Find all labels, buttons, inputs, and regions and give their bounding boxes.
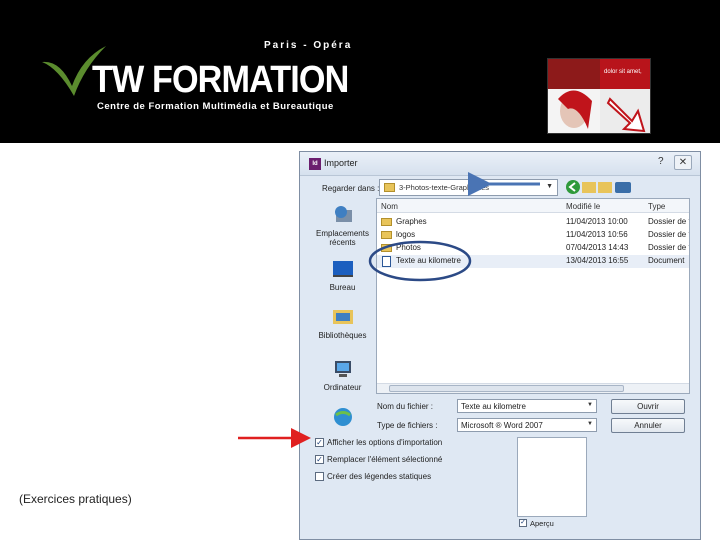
- file-modified: 13/04/2013 16:55: [566, 256, 629, 265]
- chevron-down-icon[interactable]: ▼: [546, 183, 553, 190]
- back-icon[interactable]: [566, 180, 580, 194]
- folder-icon: [381, 244, 392, 252]
- network-icon: [330, 406, 356, 428]
- chevron-down-icon[interactable]: ▼: [587, 421, 593, 427]
- slide: Paris - Opéra TW FORMATION Centre de For…: [0, 0, 720, 540]
- help-button[interactable]: ?: [658, 156, 670, 170]
- checkbox-label: Afficher les options d'importation: [327, 438, 443, 447]
- word-document-icon: [382, 256, 391, 267]
- dialog-title: Importer: [324, 158, 358, 168]
- file-name: Texte au kilometre: [396, 256, 461, 265]
- computer-icon: [330, 358, 356, 380]
- indesign-app-icon: Id: [309, 158, 321, 170]
- chevron-down-icon[interactable]: ▼: [587, 402, 593, 408]
- place-recent[interactable]: Emplacements récents: [311, 204, 374, 247]
- new-folder-icon[interactable]: [598, 182, 612, 193]
- file-type: Document: [648, 256, 685, 265]
- filename-value: Texte au kilometre: [461, 402, 526, 411]
- place-label-2: récents: [329, 238, 356, 247]
- look-in-value: 3-Photos-texte-Graphiques: [399, 183, 490, 192]
- preview-pane: [517, 437, 587, 517]
- place-label: Bibliothèques: [318, 331, 367, 340]
- file-modified: 11/04/2013 10:00: [566, 217, 628, 226]
- column-header-type[interactable]: Type: [648, 202, 665, 211]
- column-header-name[interactable]: Nom: [381, 202, 398, 211]
- promo-text: dolor sit amet,: [604, 69, 642, 75]
- table-row[interactable]: Graphes 11/04/2013 10:00 Dossier de f: [377, 216, 689, 229]
- place-label: Ordinateur: [323, 383, 362, 392]
- place-computer[interactable]: Ordinateur: [311, 358, 374, 392]
- filename-field[interactable]: Texte au kilometre ▼: [457, 399, 597, 413]
- folder-icon: [381, 231, 392, 239]
- file-name: Photos: [396, 243, 421, 252]
- cancel-button[interactable]: Annuler: [611, 418, 685, 433]
- file-type: Dossier de f: [648, 243, 690, 252]
- file-modified: 11/04/2013 10:56: [566, 230, 628, 239]
- table-row-selected[interactable]: Texte au kilometre 13/04/2013 16:55 Docu…: [377, 255, 689, 268]
- title-bar[interactable]: Id Importer ? ✕: [300, 152, 700, 176]
- file-list[interactable]: Nom Modifié le Type Graphes 11/04/2013 1…: [376, 198, 690, 394]
- filetype-value: Microsoft ® Word 2007: [461, 421, 543, 430]
- file-type: Dossier de f: [648, 217, 690, 226]
- checkbox-preview[interactable]: ✓: [519, 519, 527, 527]
- up-folder-icon[interactable]: [582, 182, 596, 193]
- folder-icon: [384, 183, 395, 192]
- header-banner: Paris - Opéra TW FORMATION Centre de For…: [0, 0, 720, 143]
- place-desktop[interactable]: Bureau: [311, 258, 374, 292]
- recent-places-icon: [330, 204, 356, 226]
- promo-image: dolor sit amet,: [547, 58, 651, 134]
- desktop-icon: [330, 258, 356, 280]
- checkbox-label: Créer des légendes statiques: [327, 472, 432, 481]
- preview-label: Aperçu: [530, 519, 554, 528]
- libraries-icon: [330, 306, 356, 328]
- checkbox-replace-selected[interactable]: ✓: [315, 455, 324, 464]
- file-modified: 07/04/2013 14:43: [566, 243, 629, 252]
- header-city: Paris - Opéra: [264, 40, 353, 51]
- checkbox-show-import-options[interactable]: ✓: [315, 438, 324, 447]
- look-in-dropdown[interactable]: 3-Photos-texte-Graphiques ▼: [379, 179, 558, 196]
- place-label: Emplacements: [316, 229, 369, 238]
- file-name: logos: [396, 230, 416, 239]
- brand-name: TW FORMATION: [92, 59, 349, 101]
- place-label: Bureau: [329, 283, 356, 292]
- place-network[interactable]: [311, 406, 374, 428]
- filetype-label: Type de fichiers :: [377, 421, 438, 430]
- brand-tagline: Centre de Formation Multimédia et Bureau…: [97, 101, 334, 112]
- table-row[interactable]: logos 11/04/2013 10:56 Dossier de f: [377, 229, 689, 242]
- list-header: Nom Modifié le Type: [377, 199, 689, 213]
- scrollbar-thumb[interactable]: [389, 385, 624, 392]
- place-libraries[interactable]: Bibliothèques: [311, 306, 374, 340]
- close-button[interactable]: ✕: [674, 155, 692, 170]
- slide-caption: (Exercices pratiques): [19, 492, 132, 506]
- look-in-label: Regarder dans :: [322, 184, 380, 193]
- import-dialog: Id Importer ? ✕ Regarder dans : 3-Photos…: [299, 151, 701, 540]
- checkbox-label: Remplacer l'élément sélectionné: [327, 455, 443, 464]
- view-menu-icon[interactable]: [615, 182, 631, 193]
- column-header-modified[interactable]: Modifié le: [566, 202, 600, 211]
- checkbox-static-captions[interactable]: [315, 472, 324, 481]
- table-row[interactable]: Photos 07/04/2013 14:43 Dossier de f: [377, 242, 689, 255]
- file-name: Graphes: [396, 217, 427, 226]
- open-button[interactable]: Ouvrir: [611, 399, 685, 414]
- folder-icon: [381, 218, 392, 226]
- filename-label: Nom du fichier :: [377, 402, 434, 411]
- horizontal-scrollbar[interactable]: [377, 383, 689, 393]
- file-type: Dossier de f: [648, 230, 690, 239]
- filetype-select[interactable]: Microsoft ® Word 2007 ▼: [457, 418, 597, 432]
